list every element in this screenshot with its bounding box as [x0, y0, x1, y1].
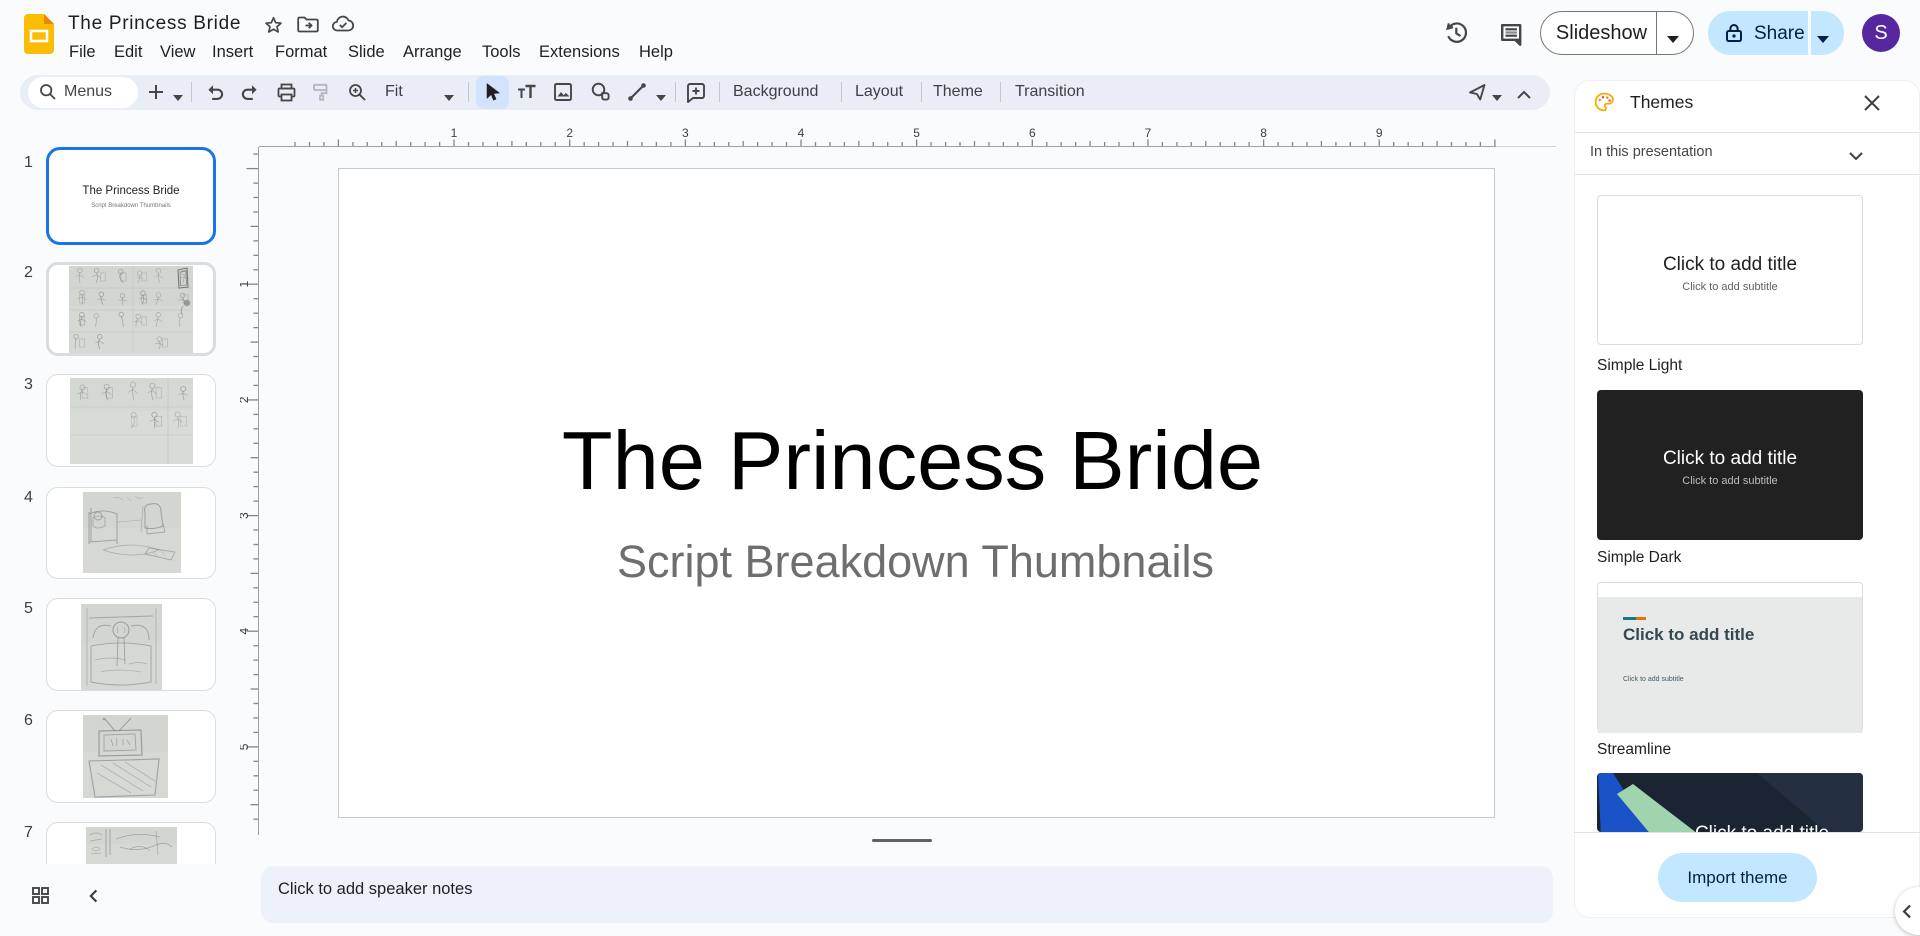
- svg-text:2: 2: [240, 396, 251, 403]
- svg-text:7: 7: [1145, 126, 1152, 140]
- svg-text:1: 1: [240, 281, 251, 288]
- svg-text:3: 3: [682, 126, 689, 140]
- svg-text:6: 6: [1029, 126, 1036, 140]
- svg-text:5: 5: [240, 743, 251, 750]
- svg-text:Click to add title: Click to add title: [1695, 823, 1829, 832]
- svg-text:4: 4: [240, 628, 251, 635]
- svg-text:1: 1: [451, 126, 458, 140]
- svg-text:9: 9: [1376, 126, 1383, 140]
- svg-text:5: 5: [913, 126, 920, 140]
- svg-text:3: 3: [240, 512, 251, 519]
- svg-text:4: 4: [798, 126, 805, 140]
- svg-text:8: 8: [1260, 126, 1267, 140]
- svg-text:2: 2: [566, 126, 573, 140]
